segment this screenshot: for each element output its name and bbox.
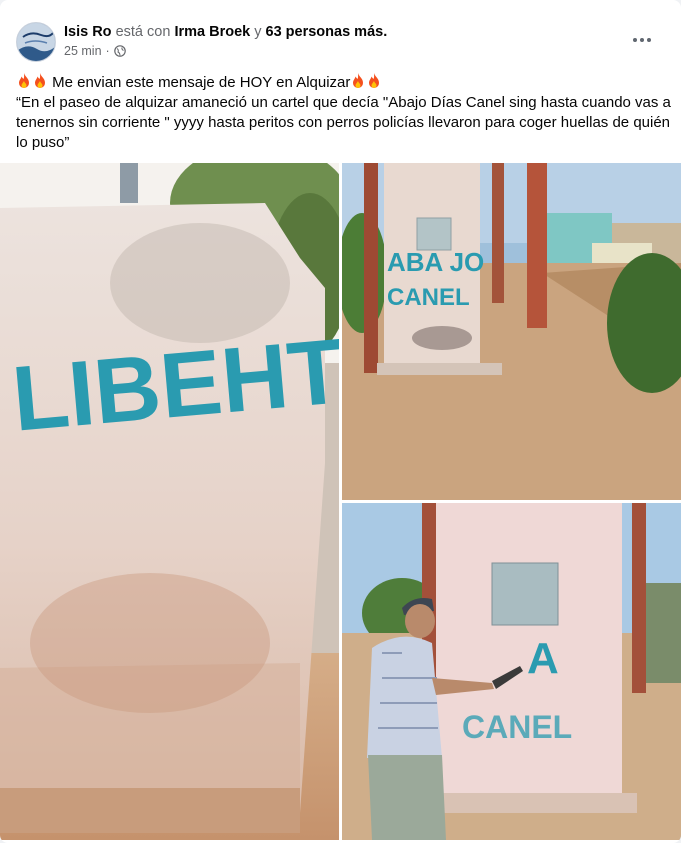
- more-dot-icon: [647, 38, 651, 42]
- post-header: Isis Ro está con Irma Broek y 63 persona…: [16, 20, 666, 64]
- post-time-line: 25 min ·: [64, 44, 624, 58]
- more-options-button[interactable]: [628, 30, 656, 50]
- photo-grid: LIBEHTA ABA JO CANEL A CANEL: [0, 163, 681, 843]
- time-separator: ·: [105, 44, 110, 58]
- graffiti-text-2a: ABA JO: [387, 247, 484, 277]
- post-quote: “En el paseo de alquizar amaneció un car…: [16, 94, 671, 151]
- photo-1[interactable]: LIBEHTA: [0, 163, 339, 840]
- post-card: Isis Ro está con Irma Broek y 63 persona…: [0, 0, 681, 843]
- author-name[interactable]: Isis Ro: [64, 24, 112, 40]
- more-dot-icon: [640, 38, 644, 42]
- with-text: está con: [115, 24, 171, 40]
- post-time[interactable]: 25 min: [64, 44, 102, 58]
- graffiti-text-3a: A: [527, 634, 559, 683]
- fire-emoji-icon: [35, 73, 45, 88]
- post-meta: Isis Ro está con Irma Broek y 63 persona…: [64, 23, 624, 58]
- post-text: Me envian este mensaje de HOY en Alquiza…: [16, 72, 671, 153]
- more-dot-icon: [633, 38, 637, 42]
- post-line1-text: Me envian este mensaje de HOY en Alquiza…: [52, 74, 351, 91]
- author-line: Isis Ro está con Irma Broek y 63 persona…: [64, 23, 624, 42]
- others-link[interactable]: 63 personas más.: [266, 24, 388, 40]
- graffiti-text-3b: CANEL: [462, 709, 572, 745]
- fire-emoji-icon: [19, 73, 29, 88]
- author-avatar[interactable]: [16, 22, 56, 62]
- photo-3[interactable]: A CANEL: [342, 503, 681, 840]
- post-line1: Me envian este mensaje de HOY en Alquiza…: [16, 72, 671, 93]
- graffiti-text-2b: CANEL: [387, 284, 470, 311]
- photo-2[interactable]: ABA JO CANEL: [342, 163, 681, 500]
- fire-emoji-icon: [369, 73, 380, 88]
- tagged-name[interactable]: Irma Broek: [174, 24, 250, 40]
- and-text: y: [254, 24, 262, 40]
- globe-icon: [113, 45, 126, 57]
- fire-emoji-icon: [353, 73, 364, 88]
